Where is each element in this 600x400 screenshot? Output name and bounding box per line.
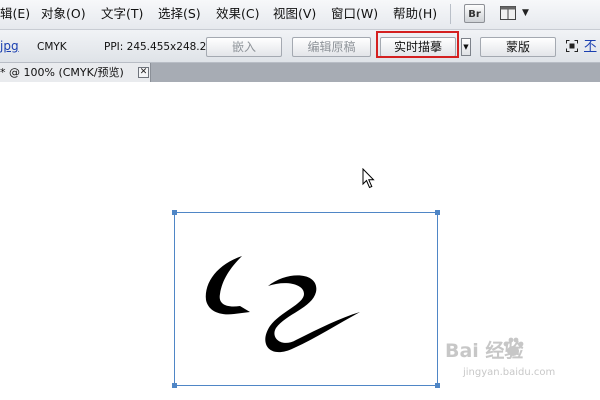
- menu-bar: 辑(E) 对象(O) 文字(T) 选择(S) 效果(C) 视图(V) 窗口(W)…: [0, 0, 600, 30]
- watermark-url: jingyan.baidu.com: [463, 367, 556, 378]
- linked-filename[interactable]: jpg: [0, 39, 19, 53]
- workspace-layout-icon[interactable]: [500, 6, 516, 20]
- fit-frame-icon[interactable]: [566, 40, 578, 52]
- menu-view[interactable]: 视图(V): [273, 6, 316, 22]
- mask-button[interactable]: 蒙版: [480, 37, 556, 57]
- menu-help[interactable]: 帮助(H): [393, 6, 437, 22]
- paw-logo-icon: [503, 337, 524, 356]
- edit-original-button[interactable]: 编辑原稿: [292, 37, 371, 57]
- embed-button[interactable]: 嵌入: [206, 37, 282, 57]
- document-tab-title: * @ 100% (CMYK/预览): [0, 66, 124, 79]
- ppi-readout: PPI: 245.455x248.276: [104, 41, 220, 53]
- placed-brush-stroke-image: [205, 256, 360, 353]
- truncated-control-link[interactable]: 不: [584, 38, 597, 54]
- bridge-button[interactable]: Br: [464, 4, 485, 23]
- document-tab[interactable]: * @ 100% (CMYK/预览) ✕: [0, 63, 151, 82]
- live-trace-highlight: [376, 31, 459, 58]
- menu-window[interactable]: 窗口(W): [331, 6, 378, 22]
- menu-edit[interactable]: 辑(E): [0, 6, 30, 22]
- control-bar: jpg CMYK PPI: 245.455x248.276 嵌入 编辑原稿 实时…: [0, 30, 600, 63]
- color-mode: CMYK: [37, 41, 67, 53]
- menu-separator: [450, 4, 451, 24]
- close-icon[interactable]: ✕: [138, 67, 149, 78]
- document-tab-bar: * @ 100% (CMYK/预览) ✕: [0, 63, 600, 82]
- tracing-presets-dropdown[interactable]: ▼: [461, 38, 471, 56]
- resize-handle-top-left[interactable]: [172, 210, 177, 215]
- mouse-pointer-icon: [362, 168, 375, 189]
- menu-select[interactable]: 选择(S): [158, 6, 201, 22]
- menu-type[interactable]: 文字(T): [101, 6, 143, 22]
- workspace-dropdown-icon[interactable]: ▼: [522, 8, 529, 18]
- menu-object[interactable]: 对象(O): [41, 6, 86, 22]
- resize-handle-bottom-left[interactable]: [172, 383, 177, 388]
- menu-effect[interactable]: 效果(C): [216, 6, 259, 22]
- resize-handle-top-right[interactable]: [435, 210, 440, 215]
- baidu-jingyan-watermark: Bai 经验 jingyan.baidu.com: [445, 332, 585, 392]
- resize-handle-bottom-right[interactable]: [435, 383, 440, 388]
